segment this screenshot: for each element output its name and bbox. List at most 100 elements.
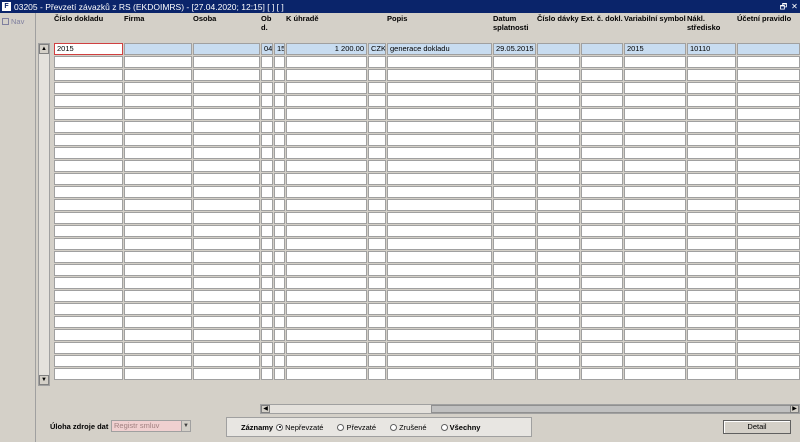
cell-mena[interactable] bbox=[368, 121, 386, 133]
cell-kuhrade[interactable] bbox=[286, 238, 367, 250]
cell-popis[interactable]: generace dokladu bbox=[387, 43, 492, 55]
cell-stredisko[interactable] bbox=[687, 186, 736, 198]
cell-popis[interactable] bbox=[387, 69, 492, 81]
table-row[interactable] bbox=[53, 277, 800, 290]
cell-obd[interactable] bbox=[261, 108, 273, 120]
cell-obd2[interactable] bbox=[274, 173, 285, 185]
table-row[interactable] bbox=[53, 121, 800, 134]
table-row[interactable] bbox=[53, 160, 800, 173]
column-header-cislo[interactable]: Číslo dokladu bbox=[54, 14, 125, 23]
cell-obd[interactable] bbox=[261, 368, 273, 380]
cell-vs[interactable] bbox=[624, 121, 686, 133]
cell-vs[interactable] bbox=[624, 303, 686, 315]
cell-popis[interactable] bbox=[387, 121, 492, 133]
cell-pravidlo[interactable] bbox=[737, 251, 800, 263]
cell-kuhrade[interactable] bbox=[286, 147, 367, 159]
cell-popis[interactable] bbox=[387, 160, 492, 172]
cell-obd2[interactable] bbox=[274, 82, 285, 94]
cell-datum[interactable]: 29.05.2015 bbox=[493, 43, 536, 55]
cell-cislo[interactable] bbox=[54, 225, 123, 237]
cell-cislo[interactable] bbox=[54, 277, 123, 289]
cell-popis[interactable] bbox=[387, 277, 492, 289]
cell-vs[interactable] bbox=[624, 69, 686, 81]
cell-davka[interactable] bbox=[537, 147, 580, 159]
cell-firma[interactable] bbox=[124, 95, 192, 107]
cell-vs[interactable] bbox=[624, 264, 686, 276]
cell-ext[interactable] bbox=[581, 160, 623, 172]
sidebar-item-nav[interactable]: Nav bbox=[0, 13, 35, 30]
cell-ext[interactable] bbox=[581, 121, 623, 133]
cell-osoba[interactable] bbox=[193, 290, 260, 302]
filter-radio-převzaté[interactable]: Převzaté bbox=[337, 423, 376, 432]
cell-obd2[interactable] bbox=[274, 368, 285, 380]
cell-obd[interactable] bbox=[261, 134, 273, 146]
cell-obd[interactable] bbox=[261, 95, 273, 107]
cell-kuhrade[interactable] bbox=[286, 212, 367, 224]
cell-mena[interactable] bbox=[368, 69, 386, 81]
cell-stredisko[interactable] bbox=[687, 134, 736, 146]
cell-vs[interactable] bbox=[624, 329, 686, 341]
cell-pravidlo[interactable] bbox=[737, 264, 800, 276]
cell-popis[interactable] bbox=[387, 108, 492, 120]
cell-obd2[interactable] bbox=[274, 329, 285, 341]
cell-mena[interactable]: CZK bbox=[368, 43, 386, 55]
cell-cislo[interactable] bbox=[54, 108, 123, 120]
cell-cislo[interactable] bbox=[54, 69, 123, 81]
cell-kuhrade[interactable] bbox=[286, 108, 367, 120]
cell-kuhrade[interactable] bbox=[286, 303, 367, 315]
cell-obd2[interactable] bbox=[274, 225, 285, 237]
cell-firma[interactable] bbox=[124, 264, 192, 276]
cell-cislo[interactable] bbox=[54, 56, 123, 68]
cell-pravidlo[interactable] bbox=[737, 82, 800, 94]
cell-firma[interactable] bbox=[124, 342, 192, 354]
cell-pravidlo[interactable] bbox=[737, 368, 800, 380]
cell-vs[interactable] bbox=[624, 290, 686, 302]
cell-obd[interactable] bbox=[261, 316, 273, 328]
cell-popis[interactable] bbox=[387, 264, 492, 276]
cell-stredisko[interactable] bbox=[687, 199, 736, 211]
cell-davka[interactable] bbox=[537, 238, 580, 250]
cell-davka[interactable] bbox=[537, 95, 580, 107]
cell-vs[interactable] bbox=[624, 160, 686, 172]
cell-vs[interactable] bbox=[624, 368, 686, 380]
cell-datum[interactable] bbox=[493, 303, 536, 315]
cell-stredisko[interactable] bbox=[687, 355, 736, 367]
table-row[interactable] bbox=[53, 238, 800, 251]
cell-popis[interactable] bbox=[387, 134, 492, 146]
table-row[interactable] bbox=[53, 225, 800, 238]
cell-firma[interactable] bbox=[124, 160, 192, 172]
cell-mena[interactable] bbox=[368, 134, 386, 146]
cell-obd2[interactable] bbox=[274, 134, 285, 146]
table-row[interactable] bbox=[53, 290, 800, 303]
cell-kuhrade[interactable] bbox=[286, 134, 367, 146]
filter-radio-nepřevzaté[interactable]: Nepřevzaté bbox=[276, 423, 323, 432]
cell-osoba[interactable] bbox=[193, 108, 260, 120]
cell-mena[interactable] bbox=[368, 264, 386, 276]
cell-datum[interactable] bbox=[493, 147, 536, 159]
cell-popis[interactable] bbox=[387, 212, 492, 224]
cell-osoba[interactable] bbox=[193, 95, 260, 107]
cell-cislo[interactable] bbox=[54, 264, 123, 276]
cell-cislo[interactable] bbox=[54, 134, 123, 146]
cell-osoba[interactable] bbox=[193, 264, 260, 276]
cell-pravidlo[interactable] bbox=[737, 277, 800, 289]
cell-mena[interactable] bbox=[368, 160, 386, 172]
cell-firma[interactable] bbox=[124, 238, 192, 250]
cell-cislo[interactable] bbox=[54, 329, 123, 341]
cell-stredisko[interactable] bbox=[687, 160, 736, 172]
cell-ext[interactable] bbox=[581, 277, 623, 289]
cell-obd[interactable] bbox=[261, 147, 273, 159]
cell-popis[interactable] bbox=[387, 316, 492, 328]
cell-vs[interactable] bbox=[624, 342, 686, 354]
cell-pravidlo[interactable] bbox=[737, 199, 800, 211]
cell-ext[interactable] bbox=[581, 290, 623, 302]
cell-pravidlo[interactable] bbox=[737, 212, 800, 224]
cell-popis[interactable] bbox=[387, 303, 492, 315]
cell-popis[interactable] bbox=[387, 199, 492, 211]
table-row[interactable] bbox=[53, 147, 800, 160]
cell-popis[interactable] bbox=[387, 329, 492, 341]
cell-davka[interactable] bbox=[537, 134, 580, 146]
cell-stredisko[interactable] bbox=[687, 368, 736, 380]
cell-datum[interactable] bbox=[493, 316, 536, 328]
cell-stredisko[interactable] bbox=[687, 147, 736, 159]
